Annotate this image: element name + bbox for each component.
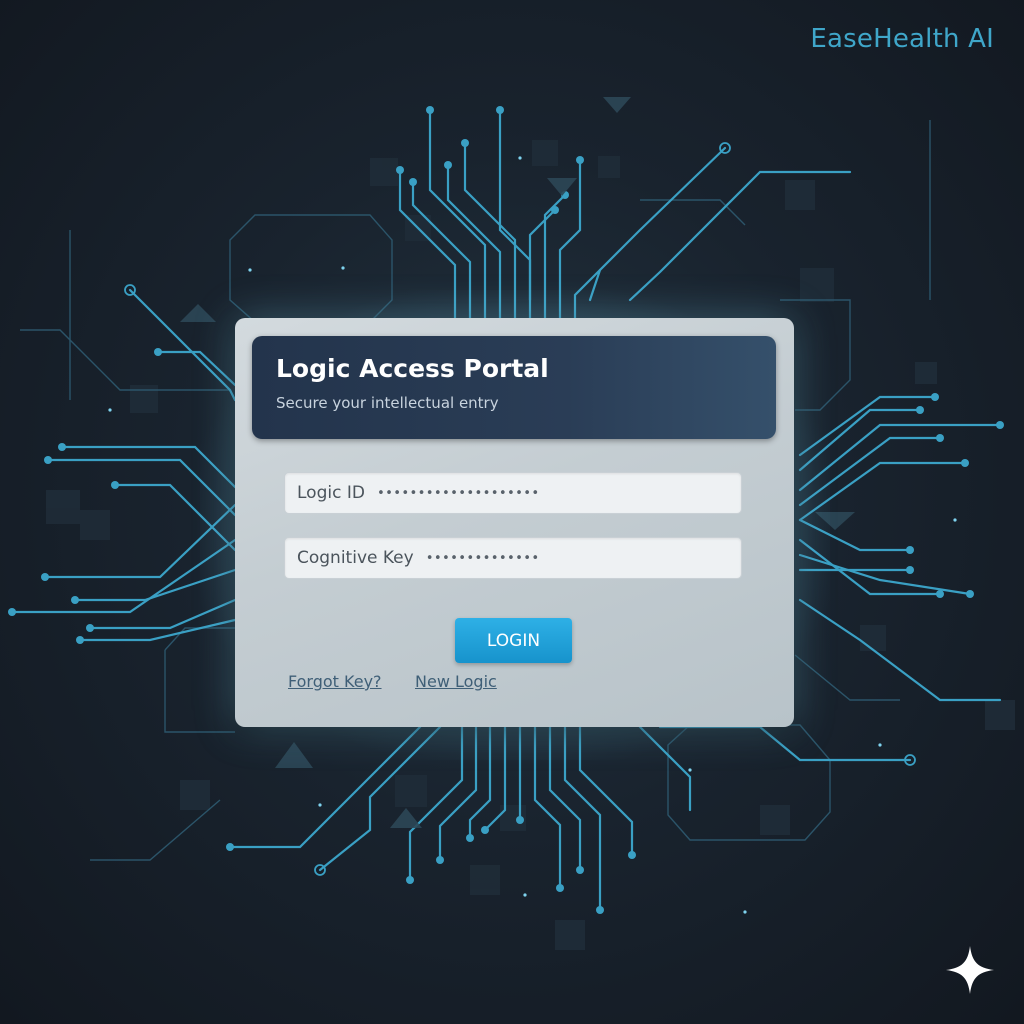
forgot-key-link[interactable]: Forgot Key?: [288, 672, 382, 691]
card-subtitle: Secure your intellectual entry: [276, 394, 499, 412]
login-screen: EaseHealth AI Logic Access Portal Secure…: [0, 0, 1024, 1024]
login-card: Logic Access Portal Secure your intellec…: [235, 318, 794, 727]
cognitive-key-label: Cognitive Key: [297, 548, 414, 568]
logic-id-label: Logic ID: [297, 483, 365, 503]
logic-id-value: ••••••••••••••••••••: [376, 485, 540, 501]
new-logic-link[interactable]: New Logic: [415, 672, 497, 691]
cognitive-key-value: ••••••••••••••: [425, 550, 540, 566]
card-title: Logic Access Portal: [276, 354, 549, 383]
login-button[interactable]: LOGIN: [455, 618, 572, 663]
logic-id-field[interactable]: Logic ID ••••••••••••••••••••: [284, 472, 742, 514]
card-header: Logic Access Portal Secure your intellec…: [252, 336, 776, 439]
cognitive-key-field[interactable]: Cognitive Key ••••••••••••••: [284, 537, 742, 579]
sparkle-icon: [946, 946, 994, 994]
brand-logo-text: EaseHealth AI: [810, 24, 994, 54]
